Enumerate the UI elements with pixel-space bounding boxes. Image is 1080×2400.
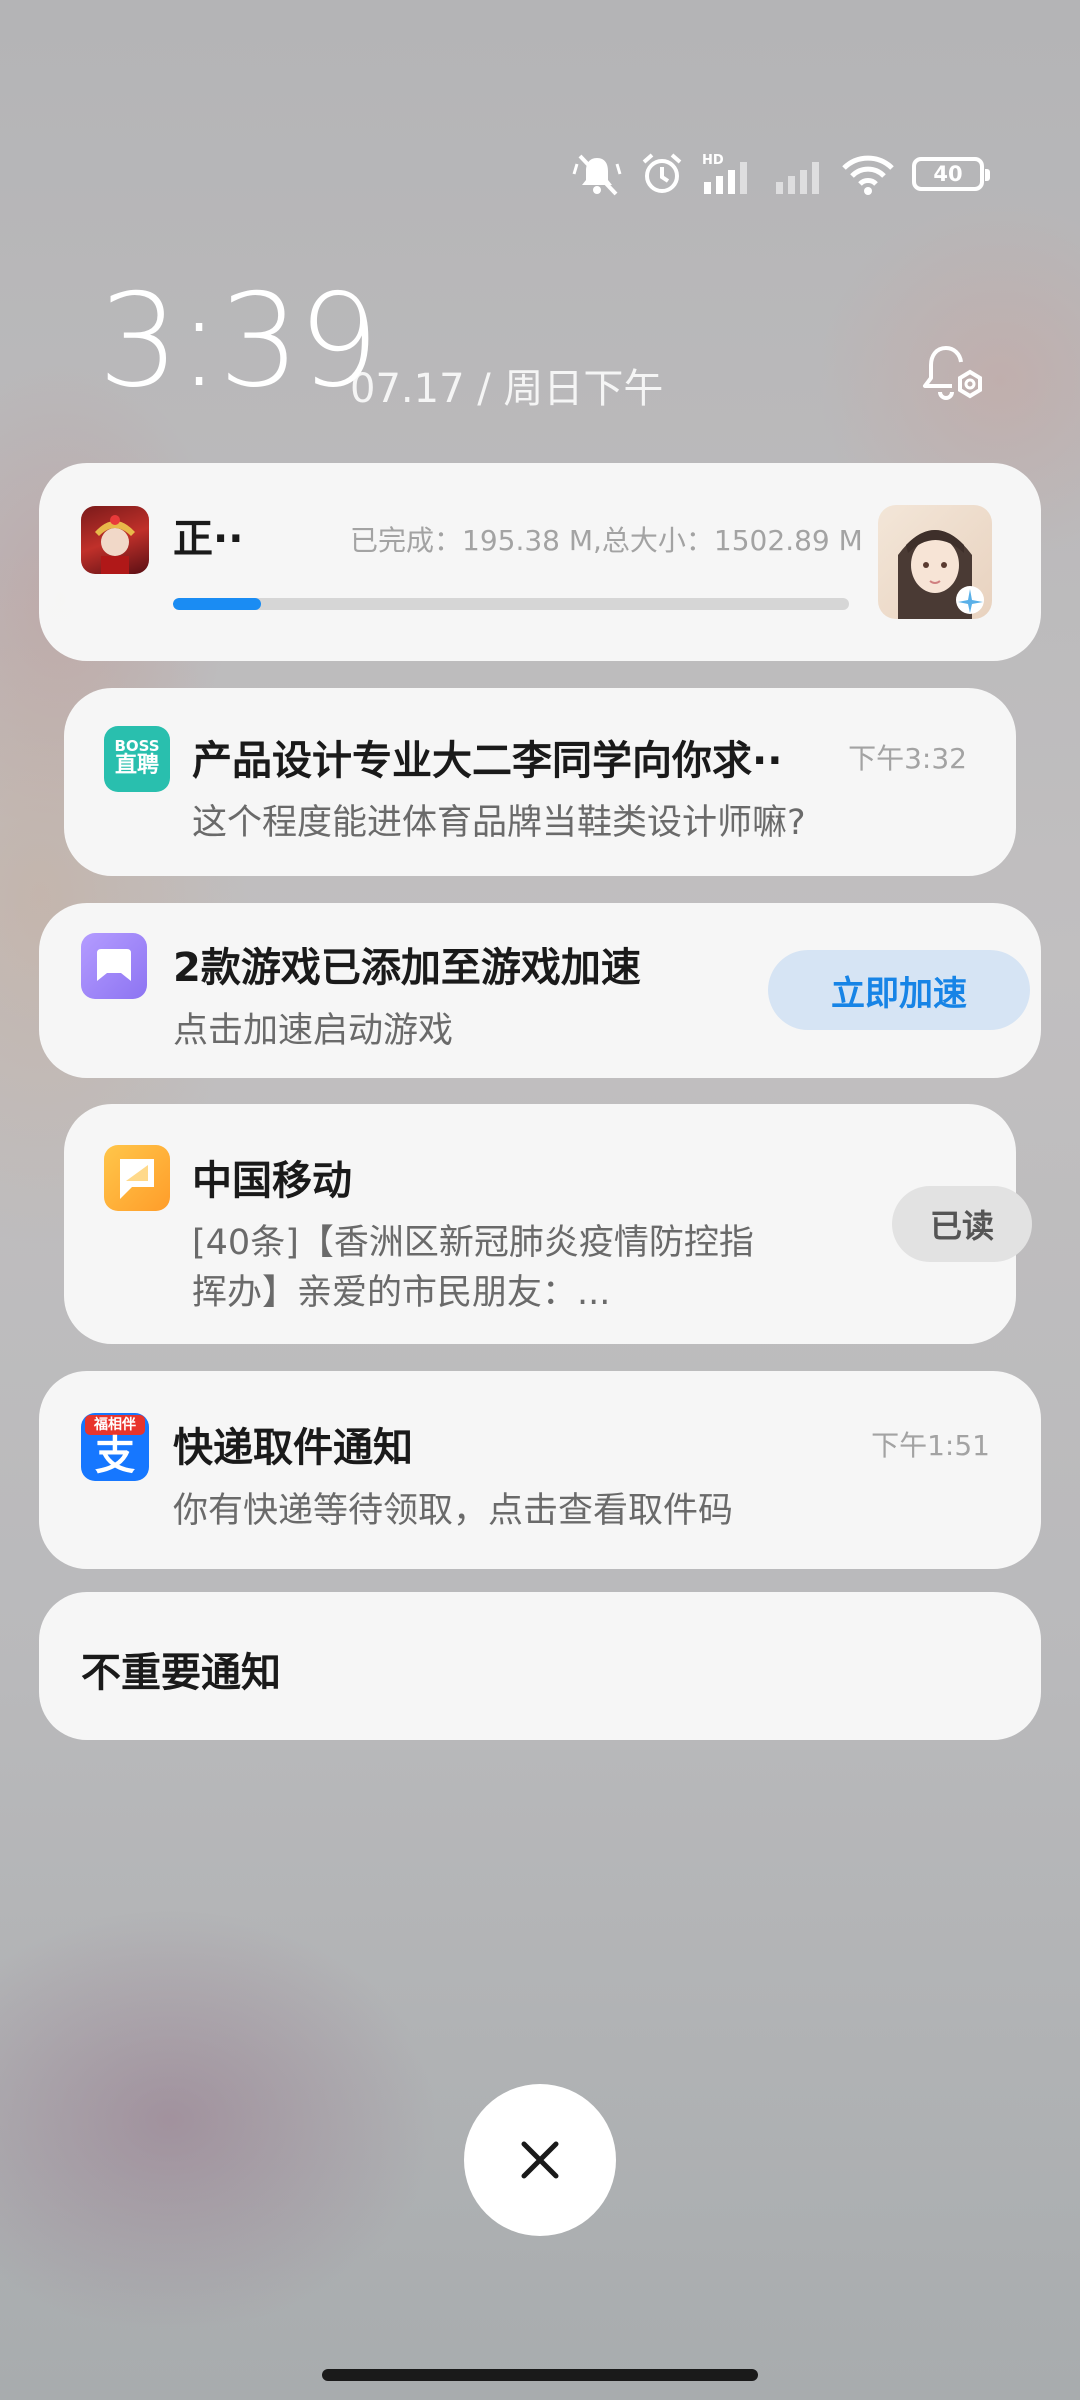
home-indicator[interactable] [322,2369,758,2381]
game-accel-body: 点击加速启动游戏 [173,1011,454,1051]
boss-time: 下午3:32 [848,742,967,775]
download-progress-bar [173,598,849,610]
alipay-app-icon: 福相伴 支 [81,1413,149,1481]
game-accel-title: 2款游戏已添加至游戏加速 [173,945,641,991]
alipay-badge: 福相伴 [85,1415,145,1435]
battery-level: 40 [933,162,963,186]
gamepad-icon [97,949,131,981]
download-progress-fill [173,598,261,610]
mute-vibrate-icon [572,154,622,196]
accelerate-now-button[interactable]: 立即加速 [768,950,1030,1030]
china-mobile-body-line1: [40条]【香洲区新冠肺炎疫情防控指 [192,1223,754,1263]
alarm-icon [642,153,682,193]
china-mobile-body-line2: 挥办】亲爱的市民朋友：... [192,1273,611,1313]
clock-time: 3:39 [98,267,379,416]
download-title: 正·· [173,516,244,562]
game-app-icon [81,506,149,574]
download-thumbnail [878,505,992,619]
alipay-char: 支 [95,1433,135,1479]
status-bar: HD 40 [572,148,990,200]
boss-app-icon: BOSS 直聘 [104,726,170,792]
mark-read-button[interactable]: 已读 [892,1186,1032,1262]
messages-app-icon [104,1145,170,1211]
wifi-icon [842,155,894,195]
boss-icon-text-bottom: 直聘 [114,753,159,779]
svg-text:HD: HD [702,153,724,168]
unimportant-title: 不重要通知 [81,1650,281,1696]
signal-icon [776,162,819,194]
clear-all-button[interactable] [464,2084,616,2236]
boss-title: 产品设计专业大二李同学向你求·· [192,738,783,784]
boss-body: 这个程度能进体育品牌当鞋类设计师嘛? [192,803,806,843]
anime-character-icon [898,530,984,619]
express-body: 你有快递等待领取，点击查看取件码 [173,1491,734,1531]
close-icon [521,2141,559,2179]
clock-date: 07.17 / 周日下午 [350,366,664,412]
hd-signal-icon: HD [702,153,747,194]
game-turbo-app-icon [81,933,147,999]
china-mobile-title: 中国移动 [192,1158,352,1204]
notification-settings-icon[interactable] [918,340,988,410]
battery-indicator: 40 [912,157,990,191]
download-stats: 已完成：195.38 M,总大小：1502.89 M [350,524,863,557]
message-bubble-icon [120,1159,154,1199]
express-time: 下午1:51 [871,1429,990,1462]
opera-character-icon [95,515,135,574]
express-title: 快递取件通知 [173,1425,413,1471]
